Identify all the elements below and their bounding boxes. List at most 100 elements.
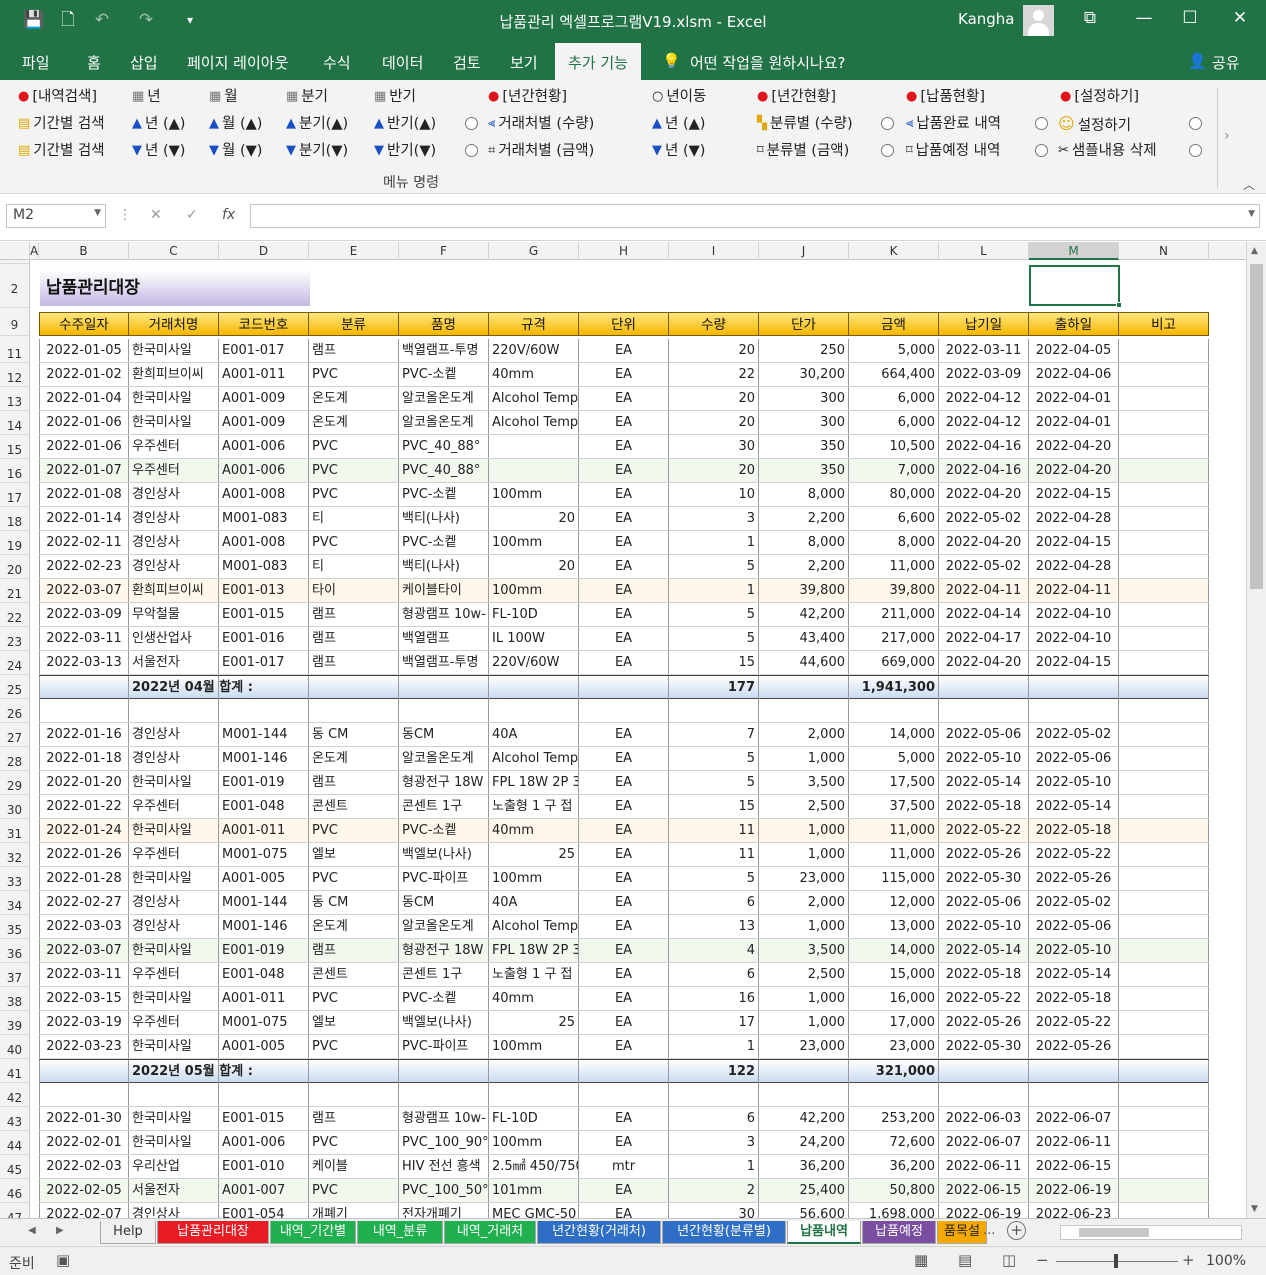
quarter-down-button[interactable]: ▼ 분기(▼) [286,142,348,160]
table-cell[interactable]: 콘센트 [309,963,399,986]
table-cell[interactable] [1119,1155,1209,1178]
table-cell[interactable] [1119,531,1209,554]
table-cell[interactable]: PVC [309,987,399,1010]
table-cell[interactable]: 25 [489,843,579,866]
table-cell[interactable]: 우리산업 [129,1155,219,1178]
row-header[interactable]: 19 [0,531,29,555]
table-cell[interactable]: A001-005 [219,1035,309,1058]
table-cell[interactable]: PVC [309,459,399,482]
table-cell[interactable]: 2022-05-30 [939,1035,1029,1058]
table-cell[interactable]: 경인상사 [129,1203,219,1218]
row-header[interactable]: 39 [0,1011,29,1035]
table-cell[interactable]: 우주센터 [129,459,219,482]
table-cell[interactable]: 2022-05-30 [939,867,1029,890]
chevron-down-icon[interactable]: ▼ [94,208,101,218]
row-header[interactable]: 46 [0,1179,29,1203]
table-cell[interactable]: 2022-03-11 [939,339,1029,362]
row-header[interactable]: 35 [0,915,29,939]
table-cell[interactable]: 3,500 [759,771,849,794]
table-cell[interactable]: 2022-01-04 [39,387,129,410]
radio-option[interactable] [465,117,478,130]
table-cell[interactable]: 경인상사 [129,915,219,938]
column-header[interactable]: D [219,242,309,260]
table-cell[interactable]: 경인상사 [129,891,219,914]
tab-insert[interactable]: 삽입 [130,52,158,73]
table-cell[interactable]: 2022-03-09 [939,363,1029,386]
table-cell[interactable]: 한국미사일 [129,1035,219,1058]
column-header-10[interactable]: 금액 [849,312,939,336]
table-cell[interactable]: 티 [309,507,399,530]
table-cell[interactable]: 케이블 [309,1155,399,1178]
table-cell[interactable]: PVC [309,1035,399,1058]
worksheet-grid[interactable]: 납품관리대장 수주일자 거래처명 코드번호 분류 품명 규격 단위 수량 단가 금액 납기일 출하일 비… [30,260,1244,1218]
table-cell[interactable]: 2022-05-06 [1029,915,1119,938]
column-header[interactable]: J [759,242,849,260]
page-layout-view-icon[interactable]: ▤ [958,1251,972,1269]
table-cell[interactable] [489,699,579,722]
table-cell[interactable]: 우주센터 [129,435,219,458]
by-category-qty-button[interactable]: ▚ 분류별 (수량) [757,115,853,133]
table-cell[interactable]: 7,000 [849,459,939,482]
table-cell[interactable]: EA [579,987,669,1010]
table-cell[interactable]: 2022-04-15 [1029,483,1119,506]
table-cell[interactable]: 2022-05-26 [1029,867,1119,890]
table-cell[interactable]: 알코올온도계 [399,387,489,410]
table-cell[interactable]: 2022-05-02 [1029,723,1119,746]
table-cell[interactable]: 20 [669,459,759,482]
column-header[interactable]: B [39,242,129,260]
table-cell[interactable]: E001-010 [219,1155,309,1178]
table-cell[interactable]: 6 [669,891,759,914]
table-cell[interactable]: 2022-05-06 [1029,747,1119,770]
table-cell[interactable]: PVC [309,1179,399,1202]
table-cell[interactable]: 23,000 [759,1035,849,1058]
table-cell[interactable] [849,699,939,722]
table-cell[interactable]: A001-006 [219,435,309,458]
avatar[interactable] [1023,5,1054,36]
table-cell[interactable] [1029,676,1119,699]
table-cell[interactable]: 서울전자 [129,651,219,674]
by-category-amount-button[interactable]: ⌑ 분류별 (금액) [757,142,849,160]
table-cell[interactable]: 노출형 1 구 접 [489,963,579,986]
table-cell[interactable]: FL-10D [489,603,579,626]
table-cell[interactable]: 2022-01-28 [39,867,129,890]
half-down-button[interactable]: ▼ 반기(▼) [374,142,436,160]
table-cell[interactable]: 경인상사 [129,747,219,770]
table-cell[interactable] [1119,676,1209,699]
table-cell[interactable]: 2022-05-18 [1029,819,1119,842]
table-cell[interactable]: E001-019 [219,771,309,794]
zoom-in-icon[interactable]: + [1182,1251,1195,1269]
table-cell[interactable]: 100mm [489,531,579,554]
table-cell[interactable] [1119,795,1209,818]
table-cell[interactable]: 2022-05-06 [939,723,1029,746]
table-cell[interactable]: 2022-06-11 [1029,1131,1119,1154]
menu-annual-status[interactable]: ● [년간현황] [488,88,567,106]
table-cell[interactable]: EA [579,939,669,962]
table-cell[interactable]: 형광램프 10w- [399,603,489,626]
table-cell[interactable]: 2022-04-28 [1029,507,1119,530]
table-cell[interactable]: 5,000 [849,747,939,770]
add-sheet-icon[interactable]: + [1007,1221,1026,1240]
delivered-list-button[interactable]: ⫷ 납품완료 내역 [906,115,1001,133]
table-cell[interactable]: 80,000 [849,483,939,506]
table-cell[interactable]: 40mm [489,819,579,842]
table-cell[interactable]: M001-146 [219,747,309,770]
table-cell[interactable]: A001-011 [219,987,309,1010]
column-header-12[interactable]: 출하일 [1029,312,1119,336]
table-cell[interactable] [1119,891,1209,914]
table-cell[interactable]: 2022-04-20 [939,531,1029,554]
table-cell[interactable]: 한국미사일 [129,339,219,362]
row-header[interactable]: 23 [0,627,29,651]
table-cell[interactable]: 알코올온도계 [399,747,489,770]
ribbon-display-options-icon[interactable]: ⧉ [1075,8,1105,28]
row-header[interactable]: 28 [0,747,29,771]
row-header[interactable]: 33 [0,867,29,891]
table-cell[interactable]: mtr [579,1155,669,1178]
table-cell[interactable]: 25 [489,1011,579,1034]
table-cell[interactable] [669,1083,759,1106]
delete-sample-button[interactable]: ✂ 샘플내용 삭제 [1058,142,1157,160]
table-cell[interactable]: 11 [669,843,759,866]
table-cell[interactable]: PVC [309,435,399,458]
table-cell[interactable]: 2022-05-14 [1029,963,1119,986]
sheet-tab[interactable]: 납품예정 [862,1221,936,1244]
table-cell[interactable]: 13 [669,915,759,938]
